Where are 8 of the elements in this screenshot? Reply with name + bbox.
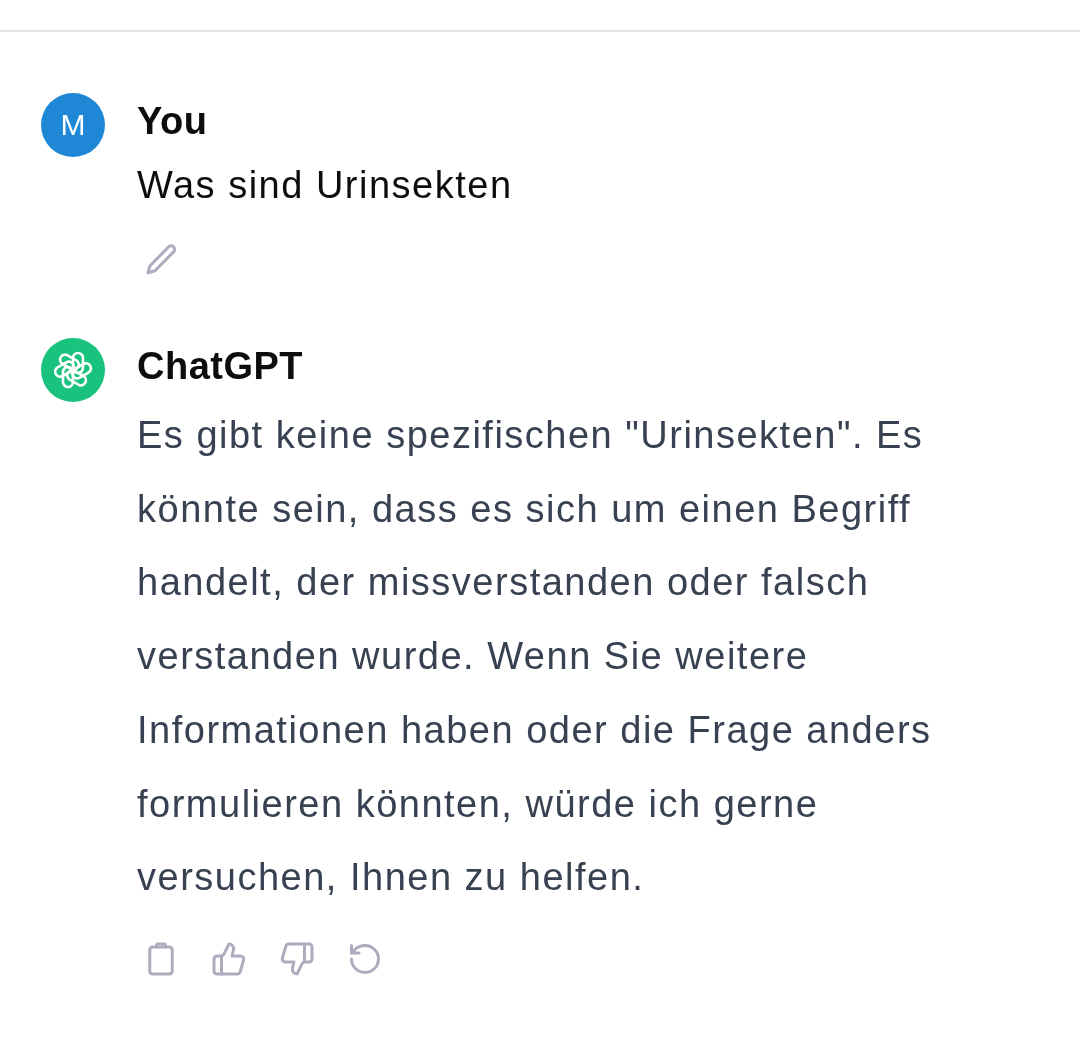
message-text: Was sind Urinsekten [137, 163, 513, 208]
thumbs-up-icon[interactable] [211, 940, 247, 977]
author-name: You [137, 99, 209, 144]
author-name: ChatGPT [137, 344, 305, 389]
knot-avatar-icon [41, 338, 105, 402]
message-text: Es gibt keine spezifischen "Urinsekten". Es könnte sein, dass es sich um einen Begriff handelt, der missverstanden oder falsch verstanden wurde. Wenn Sie weitere Informationen haben oder die Frage anders formulieren könnten, würde ich gerne versuchen, Ihnen zu helfen. [137, 413, 933, 901]
thumbs-down-icon[interactable] [279, 940, 315, 977]
user-avatar: M [41, 93, 105, 157]
